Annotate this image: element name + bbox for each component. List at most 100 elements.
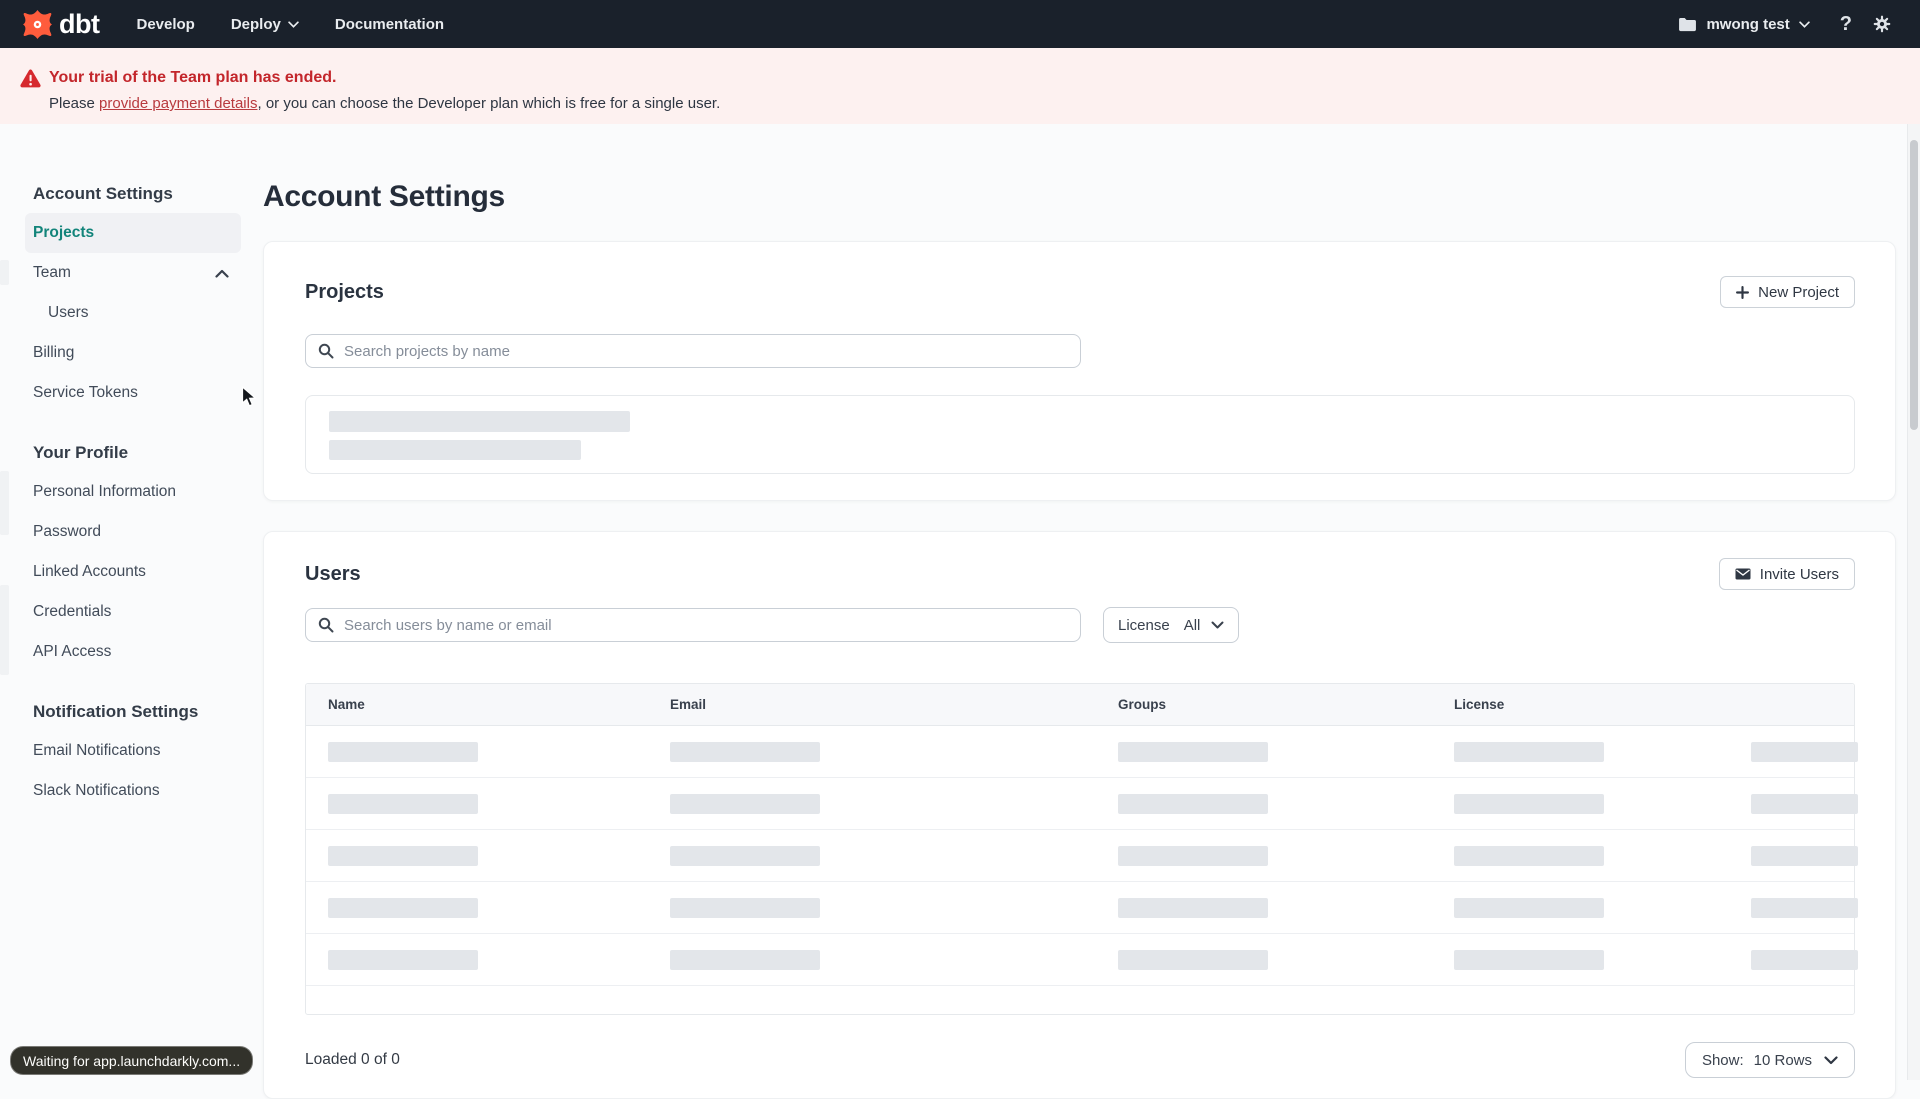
users-table-footer: Loaded 0 of 0 Show: 10 Rows xyxy=(305,1042,1855,1078)
table-bottom-spacer xyxy=(306,986,1854,1014)
gear-icon[interactable] xyxy=(1872,14,1892,34)
browser-status-tooltip: Waiting for app.launchdarkly.com... xyxy=(10,1046,254,1075)
chevron-down-icon xyxy=(1824,1055,1838,1065)
users-search xyxy=(305,608,1081,642)
table-row xyxy=(306,778,1858,830)
scrollbar-track[interactable] xyxy=(1907,124,1920,1080)
column-header-email: Email xyxy=(670,697,707,712)
sidebar-heading-notification-settings: Notification Settings xyxy=(33,702,199,721)
projects-card: Projects New Project xyxy=(263,241,1896,501)
scrollbar-thumb[interactable] xyxy=(1910,140,1918,430)
skeleton-bar xyxy=(328,741,478,762)
dbt-logo-icon xyxy=(23,9,52,39)
sidebar-item-team[interactable]: Team xyxy=(25,253,241,293)
skeleton-bar xyxy=(329,440,581,460)
projects-search-input[interactable] xyxy=(305,334,1081,368)
loaded-count: Loaded 0 of 0 xyxy=(305,1051,400,1068)
license-filter-dropdown[interactable]: License All xyxy=(1103,607,1240,643)
skeleton-bar xyxy=(1751,897,1858,918)
sidebar-item-billing[interactable]: Billing xyxy=(25,333,241,373)
browser-status-text: Waiting for app.launchdarkly.com... xyxy=(23,1052,241,1069)
sidebar-item-projects[interactable]: Projects xyxy=(25,213,241,253)
sidebar-item-api-access[interactable]: API Access xyxy=(25,632,241,672)
skeleton-bar xyxy=(328,949,478,970)
skeleton-bar xyxy=(1118,949,1268,970)
users-card-header: Users Invite Users xyxy=(305,558,1855,590)
users-table-header: Name Email Groups License xyxy=(306,684,1854,726)
license-filter-value: All xyxy=(1183,616,1201,634)
nav-item-develop[interactable]: Develop xyxy=(136,16,194,33)
skeleton-bar xyxy=(1751,845,1858,866)
chevron-down-icon xyxy=(1211,621,1224,629)
help-icon[interactable]: ? xyxy=(1840,14,1852,34)
sidebar-item-email-notifications[interactable]: Email Notifications xyxy=(25,731,241,771)
sidebar-item-slack-notifications[interactable]: Slack Notifications xyxy=(25,771,241,811)
users-table: Name Email Groups License xyxy=(305,683,1858,1015)
skeleton-bar xyxy=(1118,793,1268,814)
trial-ended-banner: Your trial of the Team plan has ended. P… xyxy=(0,48,1920,124)
column-header-name: Name xyxy=(328,697,365,712)
skeleton-bar xyxy=(1118,741,1268,762)
search-icon xyxy=(318,617,334,638)
skeleton-fragment xyxy=(0,471,9,535)
skeleton-bar xyxy=(328,793,478,814)
sidebar-item-credentials[interactable]: Credentials xyxy=(25,592,241,632)
skeleton-bar xyxy=(1751,949,1858,970)
search-icon xyxy=(318,343,334,364)
skeleton-bar xyxy=(1118,845,1268,866)
license-filter-label: License xyxy=(1118,616,1170,634)
warning-triangle-icon xyxy=(20,69,41,93)
table-row xyxy=(306,830,1858,882)
skeleton-bar xyxy=(1454,845,1604,866)
skeleton-bar xyxy=(1454,897,1604,918)
dbt-logo-text: dbt xyxy=(59,8,100,39)
sidebar-section-account-settings: Account Settings Projects Team Users Bil… xyxy=(25,184,241,413)
skeleton-bar xyxy=(670,741,820,762)
table-row xyxy=(306,934,1858,986)
account-switcher[interactable]: mwong test xyxy=(1678,16,1810,33)
main-panel: Account Settings Projects New Project Se… xyxy=(263,124,1920,1099)
nav-right: mwong test ? xyxy=(1678,14,1892,34)
show-label: Show: xyxy=(1701,1051,1744,1069)
dbt-logo[interactable]: dbt xyxy=(23,8,100,39)
projects-search xyxy=(305,334,1081,368)
chevron-down-icon xyxy=(1799,20,1810,28)
settings-sidebar: Account Settings Projects Team Users Bil… xyxy=(0,124,263,1099)
sidebar-item-password[interactable]: Password xyxy=(25,512,241,552)
sidebar-item-users[interactable]: Users xyxy=(25,293,241,333)
skeleton-bar xyxy=(1454,793,1604,814)
new-project-button[interactable]: New Project xyxy=(1720,276,1855,308)
skeleton-bar xyxy=(329,411,630,432)
chevron-down-icon xyxy=(288,20,299,28)
sidebar-heading-account-settings: Account Settings xyxy=(33,184,173,203)
skeleton-bar xyxy=(670,949,820,970)
provide-payment-details-link[interactable]: provide payment details xyxy=(99,95,257,112)
column-header-groups: Groups xyxy=(1118,697,1167,712)
skeleton-bar xyxy=(1751,793,1858,814)
projects-card-title: Projects xyxy=(305,280,384,303)
banner-title: Your trial of the Team plan has ended. xyxy=(49,69,337,86)
rows-per-page-dropdown[interactable]: Show: 10 Rows xyxy=(1684,1042,1855,1078)
nav-menu: Develop Deploy Documentation xyxy=(136,16,444,33)
plus-icon xyxy=(1736,285,1750,299)
new-project-button-label: New Project xyxy=(1758,283,1839,301)
content: Account Settings Projects Team Users Bil… xyxy=(0,124,1920,1099)
skeleton-bar xyxy=(1118,897,1268,918)
skeleton-bar xyxy=(328,845,478,866)
mouse-cursor xyxy=(241,385,258,413)
users-card-title: Users xyxy=(305,562,361,585)
skeleton-fragment xyxy=(0,260,9,285)
envelope-icon xyxy=(1735,568,1751,580)
top-nav: dbt Develop Deploy Documentation mwong t… xyxy=(0,0,1920,48)
nav-item-deploy[interactable]: Deploy xyxy=(231,16,299,33)
users-controls: License All xyxy=(305,607,1855,643)
sidebar-item-service-tokens[interactable]: Service Tokens xyxy=(25,373,241,413)
nav-item-documentation[interactable]: Documentation xyxy=(335,16,444,33)
invite-users-button[interactable]: Invite Users xyxy=(1718,558,1855,590)
users-search-input[interactable] xyxy=(305,608,1081,642)
sidebar-item-personal-information[interactable]: Personal Information xyxy=(25,472,241,512)
chevron-up-icon xyxy=(215,269,229,278)
sidebar-item-linked-accounts[interactable]: Linked Accounts xyxy=(25,552,241,592)
sidebar-item-team-label: Team xyxy=(33,264,71,281)
banner-message-prefix: Please xyxy=(49,95,100,112)
